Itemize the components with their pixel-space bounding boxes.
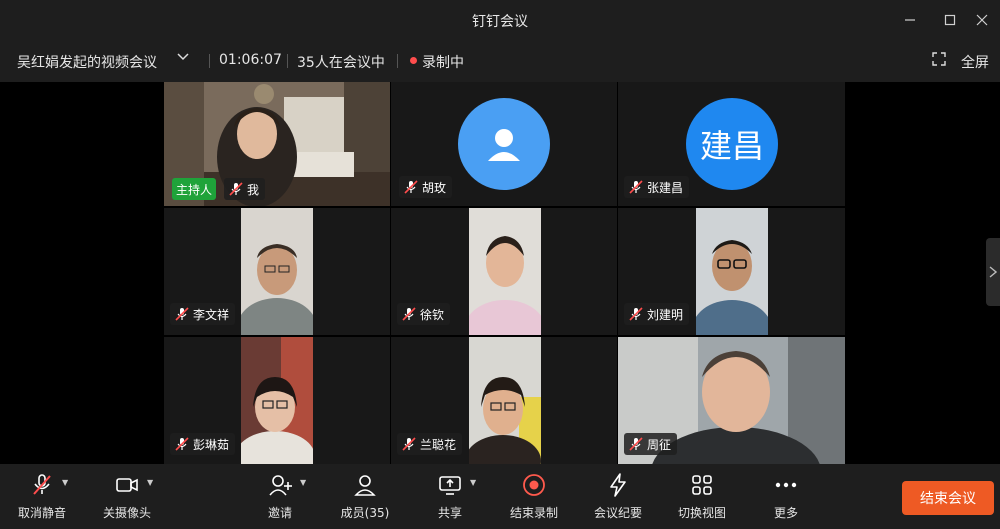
user-icon xyxy=(354,475,376,496)
screen-share-icon xyxy=(439,476,461,495)
end-recording-label: 结束录制 xyxy=(509,506,558,520)
video-tile-liujianming[interactable]: 刘建明 xyxy=(618,208,845,335)
members-button[interactable]: 成员(35) xyxy=(325,472,405,522)
name-label: 兰聪花 xyxy=(397,433,463,455)
video-tile-zhangjianchang[interactable]: 建昌 张建昌 xyxy=(618,82,845,206)
meeting-duration: 01:06:07 xyxy=(219,52,282,68)
more-label: 更多 xyxy=(773,506,798,520)
share-options-caret-icon[interactable]: ▼ xyxy=(470,478,476,487)
mic-muted-icon xyxy=(629,180,643,194)
meeting-title[interactable]: 吴红娟发起的视频会议 xyxy=(17,52,157,72)
camera-options-caret-icon[interactable]: ▼ xyxy=(147,478,153,487)
mic-muted-icon xyxy=(402,437,416,451)
participant-name: 李文祥 xyxy=(193,307,230,322)
participant-name: 张建昌 xyxy=(647,180,684,195)
mic-muted-icon xyxy=(33,474,51,495)
more-button[interactable]: 更多 xyxy=(746,472,826,522)
invite-button[interactable]: 邀请 xyxy=(240,472,320,522)
camera-off-label: 关摄像头 xyxy=(102,506,151,520)
fullscreen-button[interactable]: 全屏 xyxy=(961,52,989,72)
unmute-label: 取消静音 xyxy=(17,506,66,520)
video-tile-liwenxiang[interactable]: 李文祥 xyxy=(164,208,390,335)
video-tile-lanconghua[interactable]: 兰聪花 xyxy=(391,337,617,464)
phone-video-feed xyxy=(469,208,541,335)
phone-video-feed xyxy=(241,208,313,335)
name-label: 刘建明 xyxy=(624,303,690,325)
switch-view-button[interactable]: 切换视图 xyxy=(662,472,742,522)
meeting-info-bar: 吴红娟发起的视频会议 01:06:07 35人在会议中 录制中 全屏 xyxy=(0,40,1000,82)
host-badge: 主持人 xyxy=(172,178,217,200)
next-page-arrow-icon[interactable] xyxy=(986,238,1000,306)
participant-name: 周征 xyxy=(647,437,672,452)
name-label: 我 xyxy=(224,178,266,200)
video-tile-humei[interactable]: 胡玫 xyxy=(391,82,617,206)
phone-video-feed xyxy=(241,337,313,464)
fullscreen-icon[interactable] xyxy=(932,52,946,70)
share-button[interactable]: 共享 xyxy=(410,472,490,522)
name-label: 张建昌 xyxy=(624,176,690,198)
phone-video-feed xyxy=(696,208,768,335)
stop-record-icon xyxy=(523,474,545,496)
camera-off-button[interactable]: 关摄像头 xyxy=(87,472,167,522)
mic-muted-icon xyxy=(175,307,189,321)
window-title: 钉钉会议 xyxy=(472,14,528,30)
minimize-icon[interactable] xyxy=(898,8,922,32)
participant-name: 刘建明 xyxy=(647,307,684,322)
share-label: 共享 xyxy=(437,506,462,520)
minutes-label: 会议纪要 xyxy=(593,506,642,520)
switch-view-label: 切换视图 xyxy=(677,506,726,520)
video-grid: 主持人 我 胡玫 建昌 张建昌 李文祥 徐钦 刘建明 彭琳茹 兰聪花 周征 xyxy=(164,82,845,464)
name-label: 彭琳茹 xyxy=(170,433,236,455)
lightning-note-icon xyxy=(610,473,626,497)
recording-dot-icon xyxy=(410,57,417,64)
members-label: 成员(35) xyxy=(340,506,390,520)
participant-name: 徐钦 xyxy=(420,307,445,322)
recording-status: 录制中 xyxy=(422,55,464,71)
invite-options-caret-icon[interactable]: ▼ xyxy=(300,478,306,487)
participant-count[interactable]: 35人在会议中 xyxy=(297,52,385,72)
end-recording-button[interactable]: 结束录制 xyxy=(494,472,574,522)
default-avatar-icon xyxy=(458,98,550,190)
name-label: 徐钦 xyxy=(397,303,451,325)
mic-muted-icon xyxy=(175,437,189,451)
mic-options-caret-icon[interactable]: ▼ xyxy=(62,478,68,487)
title-bar: 钉钉会议 xyxy=(0,0,1000,40)
mic-muted-icon xyxy=(402,307,416,321)
participant-name: 彭琳茹 xyxy=(193,437,230,452)
video-tile-penglinru[interactable]: 彭琳茹 xyxy=(164,337,390,464)
camera-icon xyxy=(116,478,138,492)
invite-label: 邀请 xyxy=(267,506,292,520)
mic-muted-icon xyxy=(229,182,243,196)
name-label: 周征 xyxy=(624,433,678,455)
more-dots-icon xyxy=(775,482,797,488)
phone-video-feed xyxy=(469,337,541,464)
mic-muted-icon xyxy=(629,307,643,321)
minutes-button[interactable]: 会议纪要 xyxy=(578,472,658,522)
add-user-icon xyxy=(269,475,292,496)
end-meeting-button[interactable]: 结束会议 xyxy=(902,481,994,515)
mic-muted-icon xyxy=(629,437,643,451)
chevron-down-icon[interactable] xyxy=(176,50,190,68)
participant-name: 胡玫 xyxy=(422,180,447,195)
grid-view-icon xyxy=(692,475,712,495)
video-tile-zhouzheng[interactable]: 周征 xyxy=(618,337,845,464)
participant-name: 兰聪花 xyxy=(420,437,457,452)
maximize-icon[interactable] xyxy=(938,8,962,32)
mic-muted-icon xyxy=(404,180,418,194)
text-avatar: 建昌 xyxy=(686,98,778,190)
participant-name: 我 xyxy=(247,182,260,197)
close-icon[interactable] xyxy=(970,8,994,32)
unmute-button[interactable]: 取消静音 xyxy=(2,472,82,522)
name-label: 胡玫 xyxy=(399,176,453,198)
name-label: 李文祥 xyxy=(170,303,236,325)
video-tile-self[interactable]: 主持人 我 xyxy=(164,82,390,206)
video-tile-xuqin[interactable]: 徐钦 xyxy=(391,208,617,335)
meeting-toolbar: 取消静音 ▼ 关摄像头 ▼ 邀请 ▼ 成员(35) 共享 ▼ 结束录制 会议纪要… xyxy=(0,464,1000,529)
